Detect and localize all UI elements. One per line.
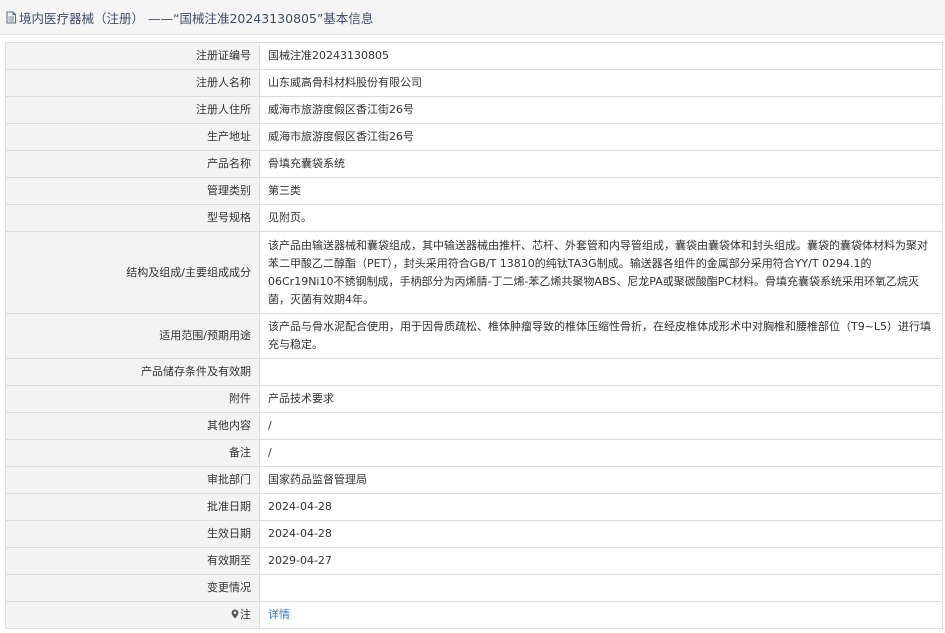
row-label: 注册证编号 <box>5 42 260 70</box>
table-row: 结构及组成/主要组成成分 该产品由输送器械和囊袋组成，其中输送器械由推杆、芯杆、外… <box>5 231 943 314</box>
map-pin-icon <box>231 607 239 625</box>
row-value <box>259 574 943 602</box>
row-label: 审批部门 <box>5 466 260 494</box>
table-row: 变更情况 <box>5 574 943 602</box>
row-value: 国械注准20243130805 <box>259 42 943 70</box>
row-value: 2024-04-28 <box>259 493 943 521</box>
row-label: 生效日期 <box>5 520 260 548</box>
details-link[interactable]: 详情 <box>268 608 290 621</box>
row-label: 适用范围/预期用途 <box>5 313 260 359</box>
row-label: 注 <box>5 601 260 629</box>
table-row: 生产地址 威海市旅游度假区香江街26号 <box>5 123 943 151</box>
row-value: 国家药品监督管理局 <box>259 466 943 494</box>
row-label: 注册人住所 <box>5 96 260 124</box>
table-row: 产品名称 骨填充囊袋系统 <box>5 150 943 178</box>
row-value: 威海市旅游度假区香江街26号 <box>259 96 943 124</box>
row-label: 注册人名称 <box>5 69 260 97</box>
table-row: 审批部门 国家药品监督管理局 <box>5 466 943 494</box>
row-value: 威海市旅游度假区香江街26号 <box>259 123 943 151</box>
info-table: 注册证编号 国械注准20243130805 注册人名称 山东威高骨科材料股份有限公司… <box>5 42 943 629</box>
table-row: 注册人住所 威海市旅游度假区香江街26号 <box>5 96 943 124</box>
table-row: 备注 / <box>5 439 943 467</box>
row-value: / <box>259 412 943 440</box>
row-value <box>259 358 943 386</box>
page-header: 境内医疗器械（注册） ——“国械注准20243130805”基本信息 <box>0 0 945 35</box>
row-label: 变更情况 <box>5 574 260 602</box>
table-row: 管理类别 第三类 <box>5 177 943 205</box>
row-value: 该产品与骨水泥配合使用，用于因骨质疏松、椎体肿瘤导致的椎体压缩性骨折，在经皮椎体… <box>259 313 943 359</box>
row-label: 管理类别 <box>5 177 260 205</box>
row-label: 生产地址 <box>5 123 260 151</box>
row-value: 该产品由输送器械和囊袋组成，其中输送器械由推杆、芯杆、外套管和内导管组成，囊袋由… <box>259 231 943 314</box>
row-value: 见附页。 <box>259 204 943 232</box>
row-label: 附件 <box>5 385 260 413</box>
row-label: 产品储存条件及有效期 <box>5 358 260 386</box>
table-row: 注 详情 <box>5 601 943 629</box>
row-label: 备注 <box>5 439 260 467</box>
row-value: 产品技术要求 <box>259 385 943 413</box>
row-value: 第三类 <box>259 177 943 205</box>
table-row: 产品储存条件及有效期 <box>5 358 943 386</box>
row-label: 有效期至 <box>5 547 260 575</box>
table-row: 附件 产品技术要求 <box>5 385 943 413</box>
page-title: 境内医疗器械（注册） ——“国械注准20243130805”基本信息 <box>19 10 374 26</box>
table-row: 适用范围/预期用途 该产品与骨水泥配合使用，用于因骨质疏松、椎体肿瘤导致的椎体压缩… <box>5 313 943 359</box>
row-label: 其他内容 <box>5 412 260 440</box>
row-value: 2029-04-27 <box>259 547 943 575</box>
table-row: 注册人名称 山东威高骨科材料股份有限公司 <box>5 69 943 97</box>
row-value: 山东威高骨科材料股份有限公司 <box>259 69 943 97</box>
table-row: 生效日期 2024-04-28 <box>5 520 943 548</box>
table-row: 有效期至 2029-04-27 <box>5 547 943 575</box>
row-label: 型号规格 <box>5 204 260 232</box>
table-row: 批准日期 2024-04-28 <box>5 493 943 521</box>
table-row: 型号规格 见附页。 <box>5 204 943 232</box>
note-label: 注 <box>240 607 251 621</box>
row-value: 详情 <box>259 601 943 629</box>
document-icon <box>5 11 17 24</box>
info-table-wrapper: 注册证编号 国械注准20243130805 注册人名称 山东威高骨科材料股份有限公司… <box>0 35 945 629</box>
row-value: 2024-04-28 <box>259 520 943 548</box>
row-label: 结构及组成/主要组成成分 <box>5 231 260 314</box>
table-row: 注册证编号 国械注准20243130805 <box>5 42 943 70</box>
row-label: 产品名称 <box>5 150 260 178</box>
table-row: 其他内容 / <box>5 412 943 440</box>
row-value: 骨填充囊袋系统 <box>259 150 943 178</box>
row-value: / <box>259 439 943 467</box>
row-label: 批准日期 <box>5 493 260 521</box>
